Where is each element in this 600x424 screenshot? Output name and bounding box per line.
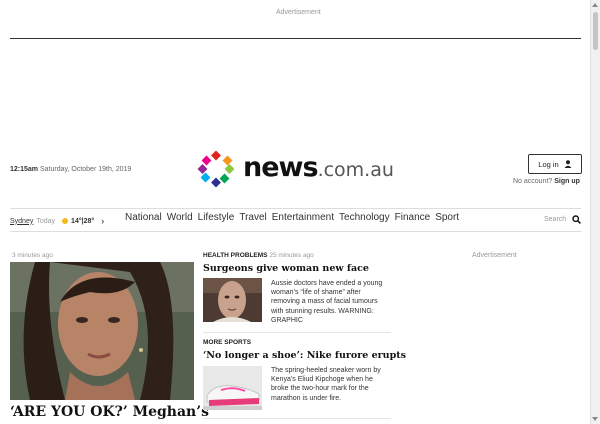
nav-item-sport[interactable]: Sport bbox=[435, 212, 459, 223]
weather-widget[interactable]: Sydney Today 14°|28° › bbox=[10, 216, 104, 226]
story-divider bbox=[203, 418, 391, 419]
story-timestamp: 25 minutes ago bbox=[269, 252, 314, 259]
location-city[interactable]: Sydney bbox=[10, 218, 33, 225]
scrollbar-thumb[interactable] bbox=[593, 12, 598, 50]
story-thumbnail[interactable] bbox=[203, 366, 262, 410]
story-category: HEALTH PROBLEMS 25 minutes ago bbox=[203, 252, 314, 259]
header-time: 12:15am bbox=[10, 166, 39, 173]
user-icon bbox=[564, 160, 572, 168]
weather-temperature: 14°|28° bbox=[71, 217, 95, 225]
story-category-label[interactable]: HEALTH PROBLEMS bbox=[203, 252, 268, 259]
scrollbar[interactable] bbox=[590, 0, 600, 424]
hero-timestamp: 3 minutes ago bbox=[12, 252, 53, 259]
weather-today-label: Today bbox=[36, 217, 56, 225]
story-category: MORE SPORTS bbox=[203, 339, 251, 346]
nav-item-lifestyle[interactable]: Lifestyle bbox=[198, 212, 235, 223]
search-icon bbox=[572, 215, 582, 224]
scroll-up-arrow-icon[interactable] bbox=[592, 3, 598, 7]
story-summary: Aussie doctors have ended a young woman’… bbox=[271, 280, 383, 324]
hero-headline[interactable]: ‘ARE YOU OK?’ Meghan’s bbox=[10, 404, 209, 420]
story-headline[interactable]: ‘No longer a shoe’: Nike furore erupts bbox=[203, 350, 406, 361]
side-ad-label: Advertisement bbox=[472, 252, 517, 259]
story-headline[interactable]: Surgeons give woman new face bbox=[203, 263, 369, 274]
signup-prompt: No account? Sign up bbox=[513, 178, 580, 185]
story-divider bbox=[203, 332, 391, 333]
logo-domain: .com.au bbox=[317, 159, 394, 181]
scroll-down-arrow-icon[interactable] bbox=[592, 417, 598, 421]
sun-icon bbox=[62, 218, 69, 224]
story-thumbnail[interactable] bbox=[203, 278, 262, 322]
login-button[interactable]: Log in bbox=[528, 154, 582, 174]
header-date: Saturday, October 19th, 2019 bbox=[39, 166, 132, 173]
nav-top-border bbox=[10, 208, 581, 209]
hero-image[interactable] bbox=[10, 262, 194, 400]
search-button[interactable]: Search bbox=[544, 215, 582, 224]
ad-divider bbox=[10, 38, 581, 39]
nav-item-entertainment[interactable]: Entertainment bbox=[272, 212, 334, 223]
nav-item-national[interactable]: National bbox=[125, 212, 162, 223]
nav-item-world[interactable]: World bbox=[167, 212, 193, 223]
nav-item-finance[interactable]: Finance bbox=[395, 212, 431, 223]
main-nav: National World Lifestyle Travel Entertai… bbox=[125, 212, 459, 223]
site-logo[interactable]: news .com.au bbox=[196, 149, 396, 189]
nav-item-travel[interactable]: Travel bbox=[239, 212, 266, 223]
story-category-label[interactable]: MORE SPORTS bbox=[203, 339, 251, 346]
login-label: Log in bbox=[538, 159, 559, 169]
signup-link[interactable]: Sign up bbox=[554, 178, 580, 185]
nav-bottom-border bbox=[10, 231, 581, 232]
chevron-right-icon[interactable]: › bbox=[101, 216, 104, 226]
no-account-text: No account? bbox=[513, 178, 553, 185]
nav-item-technology[interactable]: Technology bbox=[339, 212, 390, 223]
top-ad-label: Advertisement bbox=[276, 9, 321, 16]
header-datetime: 12:15am Saturday, October 19th, 2019 bbox=[10, 166, 131, 173]
logo-wordmark: news bbox=[243, 152, 319, 183]
story-summary: The spring-heeled sneaker worn by Kenya’… bbox=[271, 367, 381, 402]
search-label: Search bbox=[544, 216, 567, 223]
